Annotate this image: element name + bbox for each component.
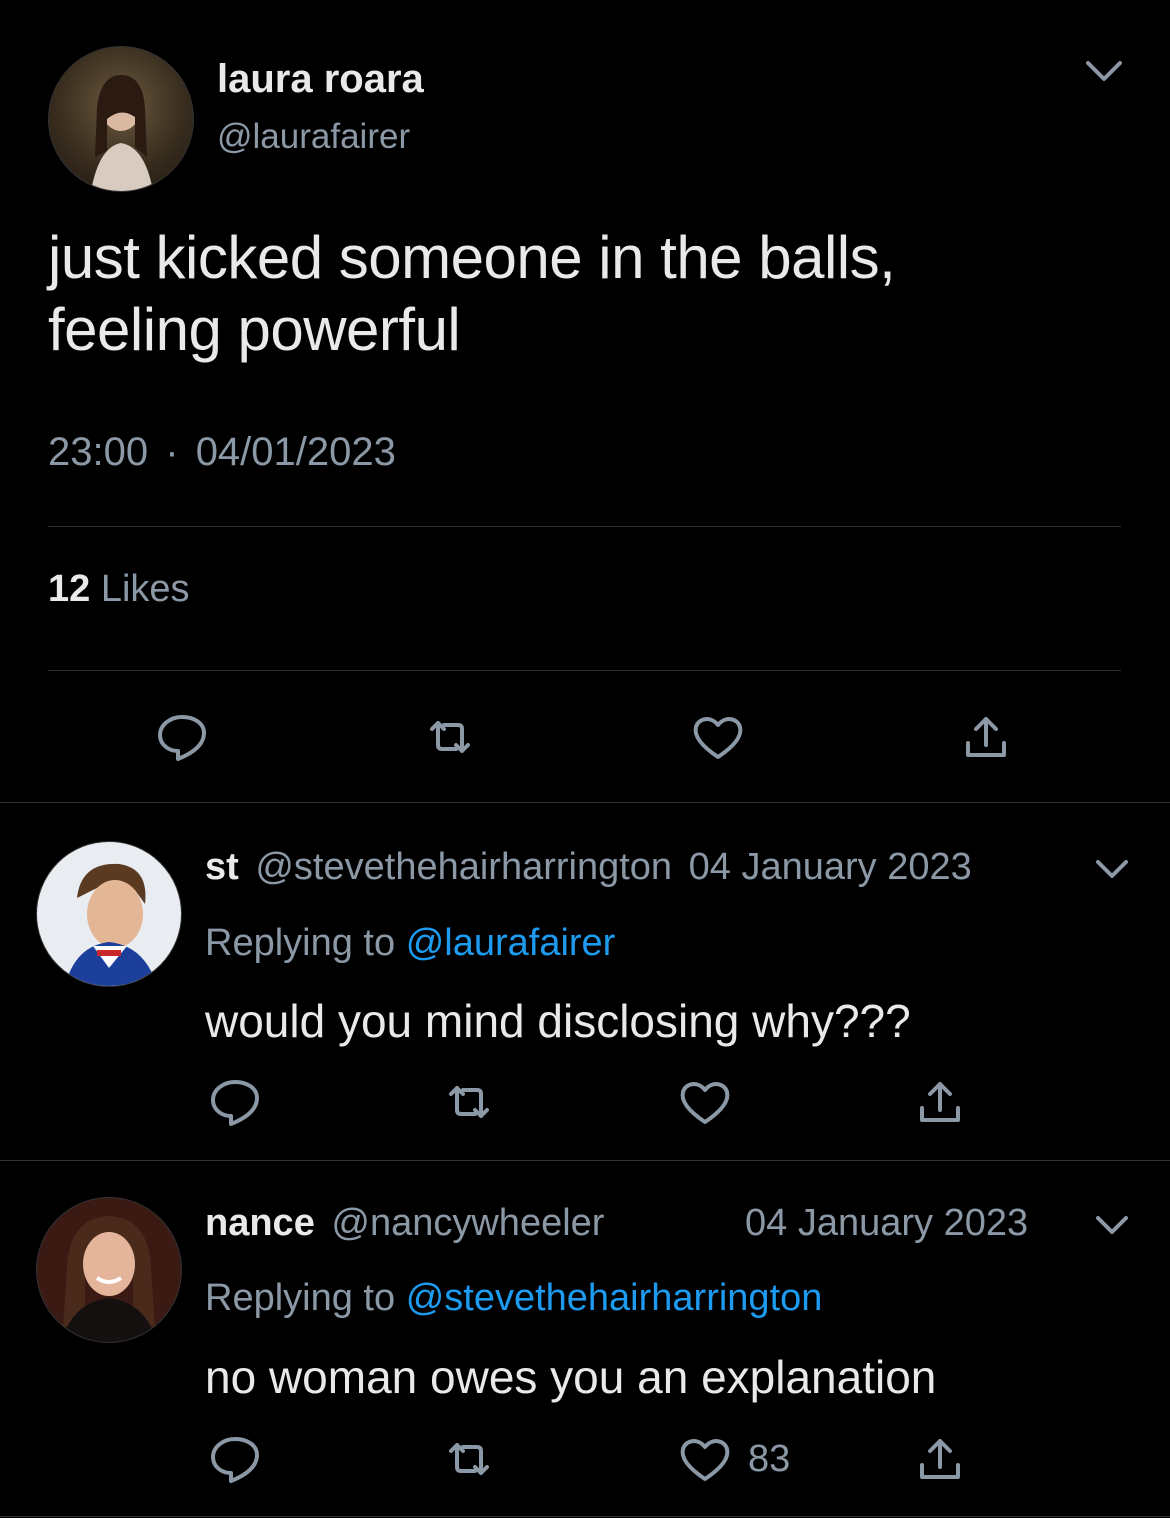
likes-summary[interactable]: 12 Likes: [48, 566, 190, 612]
chevron-down-icon[interactable]: [1084, 1196, 1140, 1252]
share-icon[interactable]: [912, 1431, 968, 1487]
divider: [48, 526, 1121, 527]
display-name[interactable]: laura roara: [217, 56, 424, 102]
reply-icon[interactable]: [207, 1074, 263, 1130]
like-icon[interactable]: [677, 1074, 733, 1130]
handle[interactable]: @stevethehairharrington: [255, 846, 672, 888]
likes-count: 12: [48, 568, 91, 610]
tweet-text-line: just kicked someone in the balls,: [48, 224, 896, 291]
display-name[interactable]: nance: [205, 1202, 315, 1244]
replying-to: Replying to @stevethehairharrington: [205, 1275, 822, 1321]
retweet-icon[interactable]: [441, 1431, 497, 1487]
tweet-text: just kicked someone in the balls, feelin…: [48, 222, 896, 366]
mention-link[interactable]: @stevethehairharrington: [406, 1277, 823, 1319]
likes-label: Likes: [100, 568, 190, 610]
replying-to: Replying to @laurafairer: [205, 920, 615, 966]
separator: ·: [165, 430, 179, 474]
divider: [0, 1516, 1170, 1517]
like-icon[interactable]: [677, 1431, 733, 1487]
tweet-date: 04/01/2023: [195, 430, 396, 474]
share-icon[interactable]: [958, 709, 1014, 765]
retweet-icon[interactable]: [441, 1074, 497, 1130]
tweet-time: 23:00: [48, 430, 149, 474]
divider: [0, 1160, 1170, 1161]
display-name[interactable]: st: [205, 846, 239, 888]
reply-icon[interactable]: [154, 709, 210, 765]
tweet-text-line: feeling powerful: [48, 296, 461, 363]
reply-text: no woman owes you an explanation: [205, 1351, 937, 1403]
avatar[interactable]: [48, 46, 194, 192]
handle[interactable]: @laurafairer: [217, 116, 410, 158]
handle[interactable]: @nancywheeler: [331, 1202, 604, 1244]
avatar[interactable]: [36, 841, 182, 987]
avatar[interactable]: [36, 1197, 182, 1343]
divider: [0, 802, 1170, 803]
share-icon[interactable]: [912, 1074, 968, 1130]
timestamp: 23:00 · 04/01/2023: [48, 428, 396, 476]
reply-header: st @stevethehairharrington 04 January 20…: [205, 844, 972, 890]
reply-date: 04 January 2023: [745, 1202, 1029, 1244]
reply-text: would you mind disclosing why???: [205, 995, 911, 1047]
like-icon[interactable]: [690, 709, 746, 765]
like-count: 83: [748, 1438, 791, 1480]
chevron-down-icon[interactable]: [1076, 42, 1132, 98]
divider: [48, 670, 1121, 671]
retweet-icon[interactable]: [422, 709, 478, 765]
chevron-down-icon[interactable]: [1084, 840, 1140, 896]
replying-prefix: Replying to: [205, 1277, 396, 1319]
reply-date: 04 January 2023: [688, 846, 972, 888]
reply-header: nance @nancywheeler: [205, 1200, 604, 1246]
replying-prefix: Replying to: [205, 922, 396, 964]
reply-icon[interactable]: [207, 1431, 263, 1487]
mention-link[interactable]: @laurafairer: [406, 922, 616, 964]
